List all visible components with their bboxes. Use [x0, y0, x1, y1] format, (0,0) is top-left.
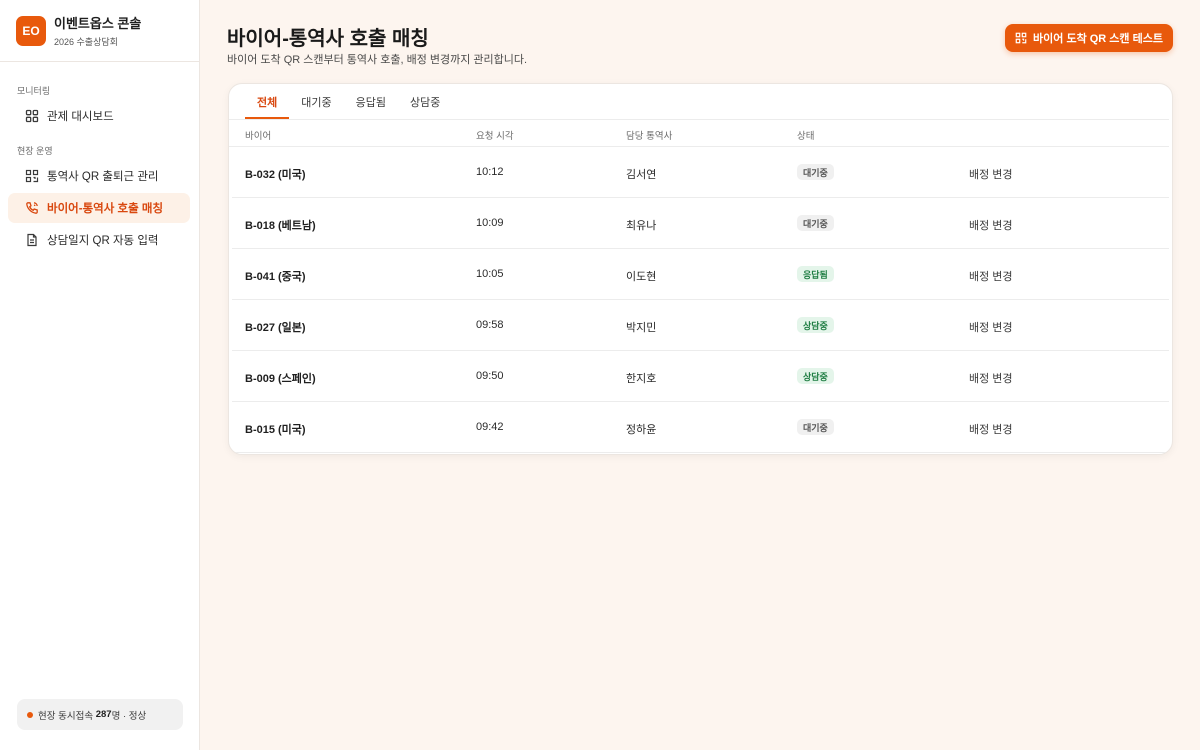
status-badge: 응답됨 [797, 266, 834, 282]
buyer-cell: B-027 (일본) [245, 322, 306, 334]
table-row: B-027 (일본) 09:58 박지민 상담중 배정 변경 [232, 300, 1169, 351]
table-row: B-009 (스페인) 09:50 한지호 상담중 배정 변경 [232, 351, 1169, 402]
sidebar: EO 이벤트옵스 콘솔 2026 수출상담회 모니터링 관제 대시보드 현장 운… [0, 0, 200, 750]
status-badge: 대기중 [797, 215, 834, 231]
qr-icon [25, 169, 39, 183]
tab-responded[interactable]: 응답됨 [344, 84, 398, 119]
status-badge: 상담중 [797, 317, 834, 333]
time-cell: 09:50 [476, 370, 504, 382]
column-header-status: 상태 [797, 131, 815, 142]
reassign-link[interactable]: 배정 변경 [969, 217, 1013, 233]
reassign-link[interactable]: 배정 변경 [969, 421, 1013, 437]
connection-status: 현장 동시접속 287 명 · 정상 [17, 699, 183, 730]
dashboard-icon [25, 109, 39, 123]
nav-section-label-monitoring: 모니터링 [17, 86, 51, 96]
matching-card: 전체 대기중 응답됨 상담중 바이어 요청 시각 담당 통역사 상태 B-032… [228, 83, 1173, 455]
sidebar-item-dashboard[interactable]: 관제 대시보드 [8, 101, 190, 131]
reassign-link[interactable]: 배정 변경 [969, 166, 1013, 182]
reassign-link[interactable]: 배정 변경 [969, 370, 1013, 386]
qr-icon [1015, 32, 1027, 44]
status-tabs: 전체 대기중 응답됨 상담중 [245, 84, 452, 119]
sidebar-item-label: 관제 대시보드 [47, 111, 114, 123]
qr-scan-test-label: 바이어 도착 QR 스캔 테스트 [1033, 33, 1163, 45]
sidebar-item-label: 상담일지 QR 자동 입력 [47, 235, 159, 247]
brand-name: 이벤트옵스 콘솔 [54, 16, 142, 31]
table-row: B-041 (중국) 10:05 이도현 응답됨 배정 변경 [232, 249, 1169, 300]
nav-section-label-field: 현장 운영 [17, 146, 53, 156]
interpreter-cell: 이도현 [626, 271, 657, 283]
sidebar-item-label: 통역사 QR 출퇴근 관리 [47, 171, 159, 183]
document-icon [25, 233, 39, 247]
qr-scan-test-button[interactable]: 바이어 도착 QR 스캔 테스트 [1005, 24, 1173, 52]
status-badge: 대기중 [797, 164, 834, 180]
time-cell: 10:09 [476, 217, 504, 229]
status-badge: 상담중 [797, 368, 834, 384]
sidebar-item-label: 바이어-통역사 호출 매칭 [47, 203, 164, 215]
tab-waiting[interactable]: 대기중 [289, 84, 343, 119]
interpreter-cell: 김서연 [626, 169, 657, 181]
brand-subtitle: 2026 수출상담회 [54, 37, 118, 47]
brand-header: EO 이벤트옵스 콘솔 2026 수출상담회 [0, 0, 199, 62]
tab-in-consultation[interactable]: 상담중 [398, 84, 452, 119]
buyer-cell: B-041 (중국) [245, 271, 306, 283]
table-row: B-018 (베트남) 10:09 최유나 대기중 배정 변경 [232, 198, 1169, 249]
time-cell: 10:05 [476, 268, 504, 280]
status-suffix: 명 · 정상 [111, 710, 147, 722]
reassign-link[interactable]: 배정 변경 [969, 319, 1013, 335]
interpreter-cell: 최유나 [626, 220, 657, 232]
table-header: 바이어 요청 시각 담당 통역사 상태 [229, 119, 1169, 147]
reassign-link[interactable]: 배정 변경 [969, 268, 1013, 284]
time-cell: 09:58 [476, 319, 504, 331]
sidebar-item-call-matching[interactable]: 바이어-통역사 호출 매칭 [8, 193, 190, 223]
table-row: B-032 (미국) 10:12 김서연 대기중 배정 변경 [232, 147, 1169, 198]
time-cell: 09:42 [476, 421, 504, 433]
status-dot-icon [27, 711, 33, 718]
table-row: B-015 (미국) 09:42 정하윤 대기중 배정 변경 [232, 402, 1169, 453]
sidebar-item-consult-log[interactable]: 상담일지 QR 자동 입력 [8, 225, 190, 255]
tab-all[interactable]: 전체 [245, 84, 290, 119]
brand-logo: EO [16, 15, 46, 46]
interpreter-cell: 정하윤 [626, 424, 657, 436]
sidebar-item-qr-attendance[interactable]: 통역사 QR 출퇴근 관리 [8, 161, 190, 191]
brand-text: 이벤트옵스 콘솔 2026 수출상담회 [54, 13, 141, 48]
time-cell: 10:12 [476, 166, 504, 178]
page-description: 바이어 도착 QR 스캔부터 통역사 호출, 배정 변경까지 관리합니다. [227, 54, 528, 66]
buyer-cell: B-015 (미국) [245, 424, 306, 436]
column-header-buyer: 바이어 [245, 131, 272, 142]
buyer-cell: B-009 (스페인) [245, 373, 316, 385]
status-badge: 대기중 [797, 419, 834, 435]
interpreter-cell: 한지호 [626, 373, 657, 385]
status-prefix: 현장 동시접속 [38, 710, 94, 722]
page-title: 바이어-통역사 호출 매칭 [227, 28, 429, 50]
column-header-request-time: 요청 시각 [476, 131, 514, 142]
column-header-interpreter: 담당 통역사 [626, 131, 673, 142]
status-count: 287 [95, 709, 112, 720]
buyer-cell: B-032 (미국) [245, 169, 306, 181]
interpreter-cell: 박지민 [626, 322, 657, 334]
phone-icon [25, 201, 39, 215]
buyer-cell: B-018 (베트남) [245, 220, 316, 232]
